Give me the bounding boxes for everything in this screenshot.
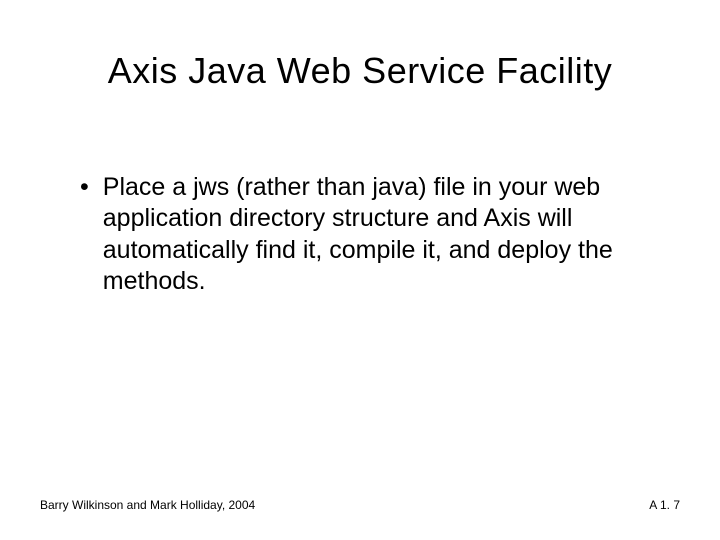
footer-author: Barry Wilkinson and Mark Holliday, 2004 xyxy=(40,498,255,512)
slide-content: • Place a jws (rather than java) file in… xyxy=(60,172,660,297)
footer-page-number: A 1. 7 xyxy=(649,498,680,512)
slide-title: Axis Java Web Service Facility xyxy=(60,50,660,92)
bullet-item: • Place a jws (rather than java) file in… xyxy=(80,172,660,297)
bullet-text: Place a jws (rather than java) file in y… xyxy=(103,172,660,297)
slide: Axis Java Web Service Facility • Place a… xyxy=(0,0,720,540)
bullet-icon: • xyxy=(80,172,89,203)
